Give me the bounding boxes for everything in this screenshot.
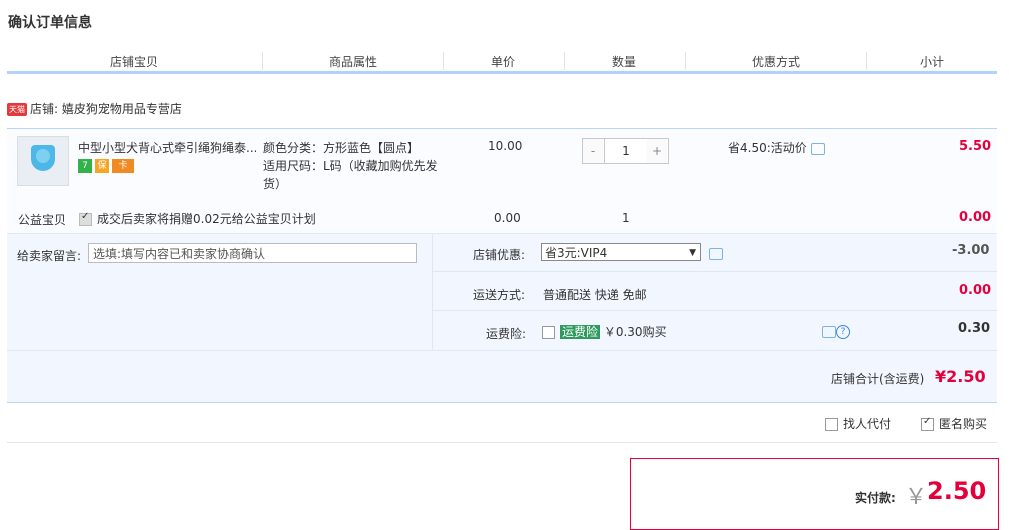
chat-icon[interactable] — [810, 142, 825, 155]
attr-color: 颜色分类：方形蓝色【圆点】 — [263, 141, 420, 155]
header-attrs: 商品属性 — [329, 55, 378, 69]
shop-discount-label: 店铺优惠: — [473, 248, 526, 262]
charity-qty: 1 — [622, 211, 630, 225]
header-underline — [7, 71, 997, 74]
discount-label: 省4.50:活动价 — [728, 141, 807, 155]
message-label: 给卖家留言: — [17, 249, 82, 263]
anonymous-option[interactable]: 匿名购买 — [921, 415, 987, 432]
header-qty: 数量 — [612, 55, 637, 69]
anonymous-checkbox[interactable] — [921, 416, 934, 431]
anonymous-label: 匿名购买 — [939, 417, 988, 431]
seven-day-return-icon[interactable]: 7 — [78, 158, 92, 173]
charity-text: 成交后卖家将捐赠0.02元给公益宝贝计划 — [97, 212, 316, 226]
qty-minus-button[interactable]: - — [583, 139, 603, 163]
quantity-stepper: - 1 + — [582, 138, 669, 164]
table-header: 店铺宝贝 商品属性 单价 数量 优惠方式 小计 — [0, 48, 1009, 72]
proxy-pay-checkbox[interactable] — [825, 418, 838, 431]
qty-plus-button[interactable]: + — [647, 139, 667, 163]
shop-discount-select[interactable]: 省3元:VIP4 ▼ — [541, 243, 701, 261]
chat-icon[interactable] — [822, 325, 836, 338]
credit-card-icon[interactable]: 卡 — [112, 158, 134, 173]
insurance-checkbox[interactable] — [542, 326, 555, 339]
insurance-tag: 运费险 — [560, 325, 601, 339]
chat-icon[interactable] — [709, 248, 723, 260]
shop-total-amount: ¥2.50 — [935, 367, 986, 386]
payment-summary: 实付款: ￥ 2.50 — [630, 458, 999, 530]
header-price: 单价 — [491, 55, 516, 69]
insurance-amount: 0.30 — [958, 321, 991, 336]
header-shop-item: 店铺宝贝 — [110, 55, 159, 69]
shipping-label: 运送方式: — [473, 288, 526, 302]
shop-discount-value: 省3元:VIP4 — [545, 246, 608, 260]
discount-text: 省4.50:活动价 — [728, 139, 825, 156]
charity-row: 成交后卖家将捐赠0.02元给公益宝贝计划 — [79, 210, 316, 227]
pay-currency: ￥ — [905, 485, 928, 510]
service-badges: 7保卡 — [78, 158, 137, 173]
charity-subtotal: 0.00 — [959, 210, 992, 225]
pay-amount: 2.50 — [927, 477, 987, 505]
shipping-value: 普通配送 快递 免邮 — [543, 288, 647, 302]
shipping-amount: 0.00 — [959, 283, 992, 298]
guarantee-icon[interactable]: 保 — [95, 158, 109, 173]
insurance-label: 运费险: — [486, 327, 527, 341]
product-thumbnail[interactable] — [17, 136, 69, 186]
charity-price: 0.00 — [494, 211, 521, 225]
shop-total-label: 店铺合计(含运费) — [831, 372, 925, 386]
page-title: 确认订单信息 — [8, 15, 92, 31]
product-name-link[interactable]: 中型小型犬背心式牵引绳狗绳泰... — [78, 139, 256, 156]
pay-label: 实付款: — [855, 491, 896, 505]
item-subtotal: 5.50 — [959, 139, 992, 154]
tmall-badge-icon: 天猫 — [7, 103, 27, 116]
qty-input[interactable]: 1 — [604, 139, 648, 163]
insurance-row: 运费险 ￥0.30购买 — [542, 323, 667, 340]
shop-discount-amount: -3.00 — [952, 243, 990, 258]
attr-size: 适用尺码：L码（收藏加购优先发货） — [263, 159, 438, 191]
shop-name-link[interactable]: 店铺: 嬉皮狗宠物用品专营店 — [30, 102, 182, 116]
help-icon[interactable]: ? — [836, 324, 850, 339]
charity-label: 公益宝贝 — [18, 213, 67, 227]
shop-row: 天猫 店铺: 嬉皮狗宠物用品专营店 — [7, 100, 182, 117]
header-subtotal: 小计 — [920, 55, 945, 69]
dropdown-arrow-icon: ▼ — [689, 248, 696, 258]
charity-checkbox[interactable] — [79, 211, 92, 226]
proxy-pay-label: 找人代付 — [843, 417, 892, 431]
message-input[interactable]: 选填:填写内容已和卖家协商确认 — [88, 243, 417, 263]
header-discount: 优惠方式 — [752, 55, 801, 69]
insurance-price: ￥0.30购买 — [603, 325, 667, 339]
proxy-pay-option[interactable]: 找人代付 — [825, 415, 891, 432]
unit-price: 10.00 — [488, 139, 523, 153]
insurance-help: ? — [822, 324, 850, 339]
